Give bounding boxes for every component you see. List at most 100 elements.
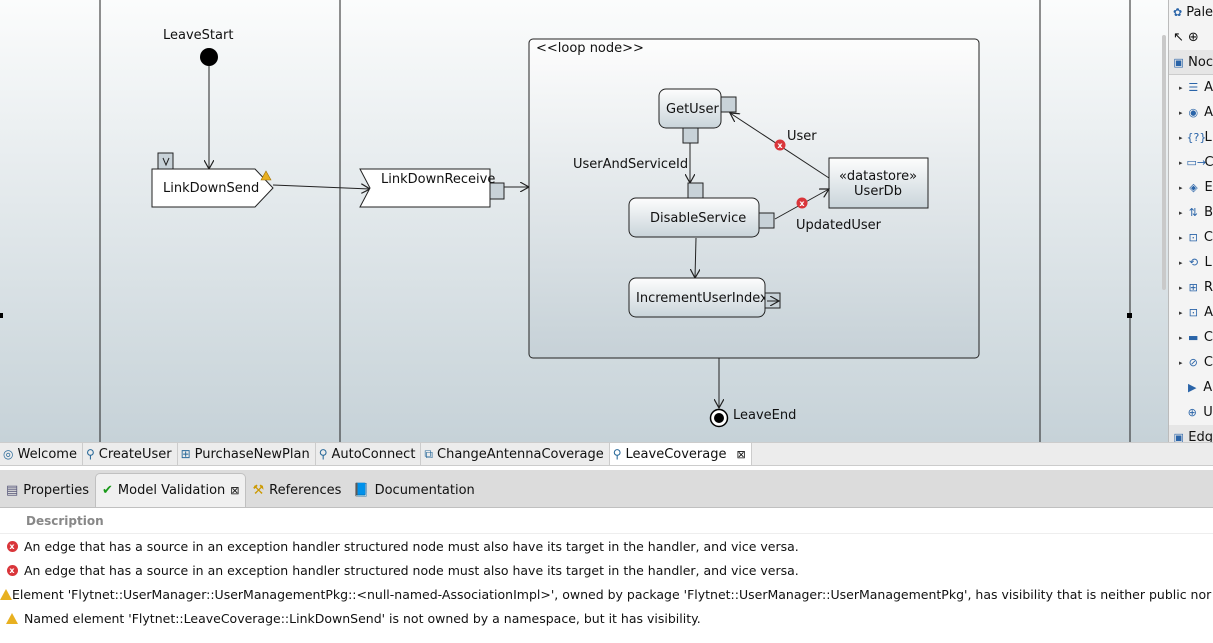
validation-message: Element 'Flytnet::UserManager::UserManag… — [12, 586, 1213, 602]
editor-tab-label: Welcome — [17, 446, 77, 462]
palette-item[interactable]: ▸ ⊘ C — [1169, 350, 1213, 375]
expand-icon[interactable]: ▸ — [1179, 134, 1183, 142]
expand-icon[interactable]: ▸ — [1179, 209, 1183, 217]
view-tab-label: Properties — [23, 482, 89, 498]
view-tab[interactable]: ✔ Model Validation ⊠ — [95, 473, 247, 507]
expand-icon[interactable]: ▸ — [1179, 309, 1183, 317]
link-down-send-node[interactable]: LinkDownSend — [151, 168, 274, 208]
palette-item-label: A — [1204, 80, 1213, 95]
datastore-stereotype: «datastore» — [839, 169, 917, 184]
description-column-header[interactable]: Description — [0, 508, 1213, 534]
updated-user-label: UpdatedUser — [796, 218, 882, 233]
error-marker-icon: x — [796, 197, 808, 209]
palette-item-icon: ⊕ — [1187, 406, 1197, 419]
palette-group-edges[interactable]: ▣ Edg — [1169, 425, 1213, 442]
checkmark-icon: ✔ — [102, 483, 113, 498]
nodes-group-label: Noc — [1188, 54, 1213, 70]
editor-tab[interactable]: ⊞ PurchaseNewPlan — [178, 443, 316, 465]
palette-item-icon: ▭→ — [1186, 156, 1207, 169]
palette-item-icon: ⊡ — [1188, 231, 1198, 244]
sequence-diagram-icon: ⧉ — [424, 446, 433, 461]
activity-final-node[interactable] — [709, 408, 729, 428]
view-tab-label: Model Validation — [117, 483, 226, 498]
palette-item[interactable]: ▸ ⇅ B — [1169, 200, 1213, 225]
editor-tab-label: AutoConnect — [331, 446, 416, 462]
model-validation-view: Description x An edge that has a source i… — [0, 508, 1213, 643]
select-tool-icon[interactable]: ↖ — [1173, 30, 1184, 45]
expand-icon[interactable]: ▸ — [1179, 284, 1183, 292]
palette-item[interactable]: ▸ ⊡ A — [1169, 300, 1213, 325]
validation-row[interactable]: x An edge that has a source in an excepti… — [0, 558, 1213, 582]
palette-item-label: C — [1204, 155, 1213, 170]
editor-tab[interactable]: ◎ Welcome — [0, 443, 83, 465]
palette-item-label: C — [1203, 330, 1213, 345]
expand-icon[interactable] — [1179, 409, 1181, 417]
user-db-datastore[interactable]: «datastore» UserDb — [828, 157, 929, 209]
expand-icon[interactable]: ▸ — [1179, 84, 1183, 92]
link-down-send-pin[interactable] — [157, 152, 174, 170]
activity-diagram-icon: ⚲ — [85, 447, 95, 461]
palette-item[interactable]: ▸ ▬ C — [1169, 325, 1213, 350]
output-pin[interactable] — [758, 212, 775, 229]
palette-item-label: L — [1204, 130, 1212, 145]
editor-tab[interactable]: ⧉ ChangeAntennaCoverage — [421, 443, 610, 465]
user-and-service-id-label: UserAndServiceId — [573, 157, 688, 172]
palette-item[interactable]: ⊕ U — [1169, 400, 1213, 425]
group-icon: ▣ — [1173, 55, 1184, 69]
close-icon[interactable]: ⊠ — [230, 484, 239, 497]
expand-icon[interactable]: ▸ — [1179, 184, 1183, 192]
disable-service-action[interactable]: DisableService — [628, 197, 760, 238]
user-edge-label: User — [787, 129, 817, 144]
control-flow[interactable] — [272, 185, 370, 189]
palette-item[interactable]: ▸ ⊞ R — [1169, 275, 1213, 300]
view-tab[interactable]: 📘 Documentation — [347, 473, 480, 507]
expand-icon[interactable]: ▸ — [1179, 259, 1183, 267]
palette-item-icon: ⊡ — [1188, 306, 1198, 319]
palette-item[interactable]: ▶ A — [1169, 375, 1213, 400]
expand-icon[interactable]: ▸ — [1179, 334, 1183, 342]
palette-item-icon: {?} — [1186, 131, 1207, 144]
validation-row[interactable]: Element 'Flytnet::UserManager::UserManag… — [0, 582, 1213, 606]
expand-icon[interactable]: ▸ — [1179, 109, 1183, 117]
initial-node[interactable] — [200, 48, 218, 66]
palette-item[interactable]: ▸ ◉ A — [1169, 100, 1213, 125]
validation-row[interactable]: Named element 'Flytnet::LeaveCoverage::L… — [0, 606, 1213, 630]
editor-tab[interactable]: ⚲ LeaveCoverage ⊠ — [609, 443, 752, 465]
view-tab[interactable]: ⚒ References — [246, 473, 347, 507]
palette-item[interactable]: ▸ ⊡ C — [1169, 225, 1213, 250]
group-icon: ▣ — [1173, 430, 1184, 443]
palette-item[interactable]: ▸ ▭→ C — [1169, 150, 1213, 175]
palette-item-label: A — [1204, 305, 1213, 320]
input-pin[interactable] — [720, 96, 737, 113]
palette-item-icon: ◈ — [1189, 181, 1198, 194]
palette-item-icon: ☰ — [1188, 81, 1199, 94]
palette-item[interactable]: ▸ {?} L — [1169, 125, 1213, 150]
editor-tab-label: ChangeAntennaCoverage — [437, 446, 604, 462]
output-pin[interactable] — [489, 182, 505, 200]
expand-icon[interactable] — [1179, 384, 1181, 392]
palette-item-label: C — [1203, 230, 1213, 245]
palette-group-nodes[interactable]: ▣ Noc — [1169, 50, 1213, 75]
view-tab[interactable]: ▤ Properties — [0, 473, 95, 507]
expand-icon[interactable]: ▸ — [1179, 234, 1183, 242]
validation-message: An edge that has a source in an exceptio… — [24, 538, 799, 554]
get-user-action[interactable]: GetUser — [658, 88, 722, 129]
palette-item[interactable]: ▸ ◈ E — [1169, 175, 1213, 200]
editor-tab[interactable]: ⚲ AutoConnect — [316, 443, 422, 465]
expand-icon[interactable]: ▸ — [1179, 159, 1183, 167]
editor-tab[interactable]: ⚲ CreateUser — [83, 443, 178, 465]
link-down-receive-node[interactable]: LinkDownReceive — [359, 168, 495, 208]
output-pin[interactable] — [682, 127, 699, 144]
activity-diagram: LeaveStart LinkDownSend LinkDownReceive … — [0, 0, 1132, 442]
increment-user-index-action[interactable]: IncrementUserIndex — [628, 277, 768, 318]
validation-row[interactable]: x An edge that has a source in an excepti… — [0, 534, 1213, 558]
expand-icon[interactable]: ▸ — [1179, 359, 1183, 367]
zoom-tool-icon[interactable]: ⊕ — [1188, 30, 1199, 45]
diagram-canvas[interactable]: LeaveStart LinkDownSend LinkDownReceive … — [0, 0, 1168, 442]
input-pin[interactable] — [687, 182, 704, 199]
palette-item[interactable]: ▸ ⟲ L — [1169, 250, 1213, 275]
diagram-vertical-scrollbar[interactable] — [1162, 35, 1166, 290]
palette-item[interactable]: ▸ ☰ A — [1169, 75, 1213, 100]
close-icon[interactable]: ⊠ — [736, 448, 745, 461]
editor-tab-label: CreateUser — [98, 446, 172, 462]
